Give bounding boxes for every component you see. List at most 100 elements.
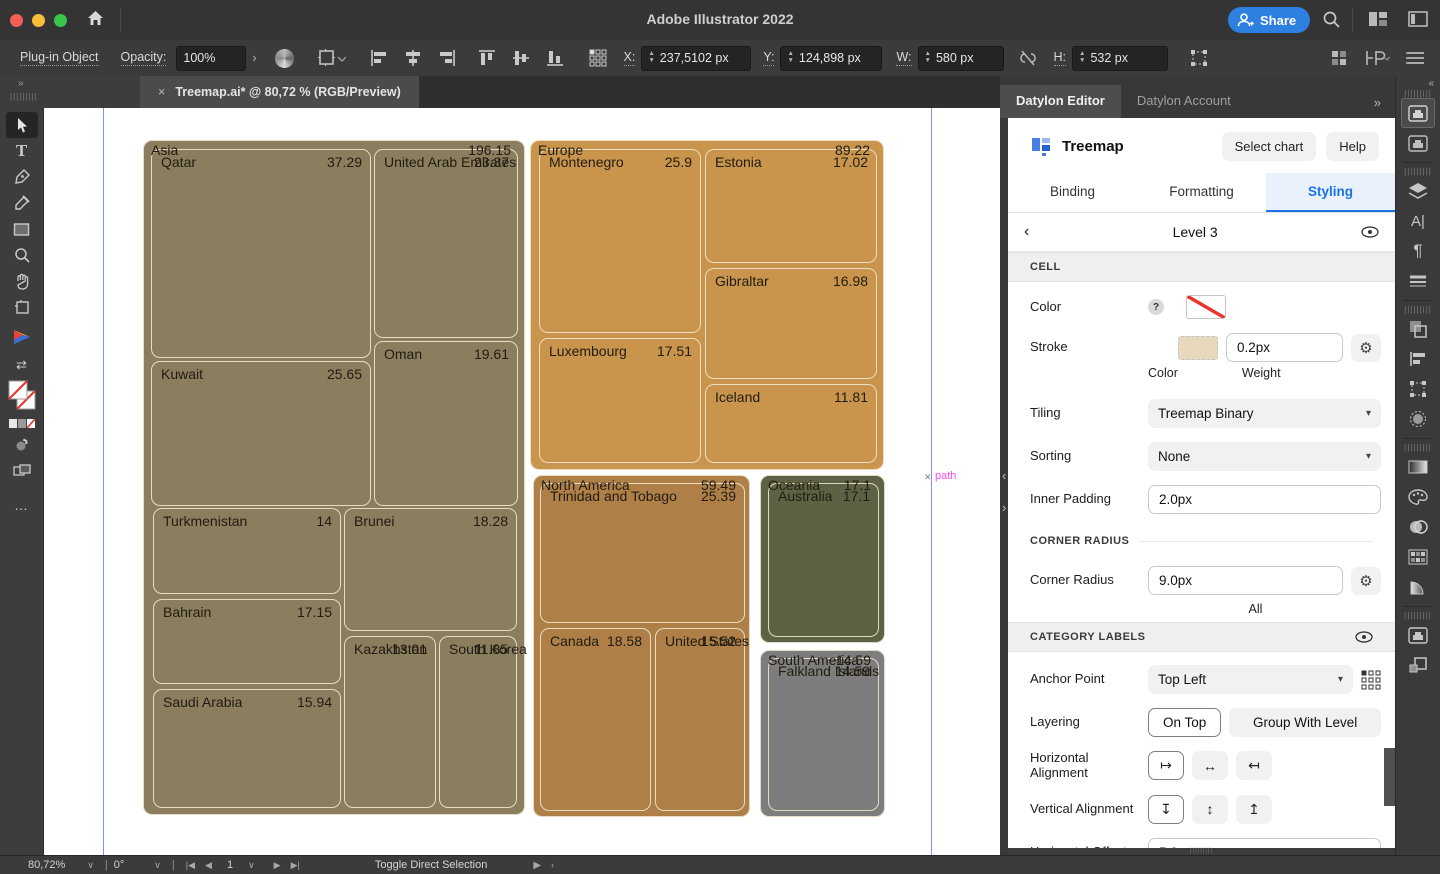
treemap-cell-trinidad-and-tobago[interactable]: Trinidad and Tobago 25.39 bbox=[540, 483, 745, 623]
anchor-point-select[interactable]: Top Left ▾ bbox=[1148, 665, 1353, 694]
align-center-horizontal-icon[interactable] bbox=[404, 49, 422, 67]
asset-export-panel-icon[interactable] bbox=[1401, 620, 1435, 650]
align-left-icon[interactable] bbox=[370, 49, 388, 67]
treemap-cell-south-korea[interactable]: South Korea 11.85 bbox=[439, 636, 527, 808]
rotation-dropdown-icon[interactable]: ∨ bbox=[154, 860, 161, 871]
select-chart-button[interactable]: Select chart bbox=[1221, 132, 1317, 161]
align-right-icon[interactable] bbox=[438, 49, 456, 67]
rail-collapse-icon[interactable]: « bbox=[1428, 78, 1434, 89]
align-panel-icon[interactable] bbox=[1401, 344, 1435, 374]
tab-styling[interactable]: Styling bbox=[1266, 173, 1395, 212]
stroke-settings-gear-icon[interactable]: ⚙ bbox=[1351, 333, 1381, 362]
rectangle-tool[interactable] bbox=[6, 216, 38, 242]
treemap-cell-iceland[interactable]: Iceland 11.81 bbox=[705, 384, 877, 463]
treemap-cell-falkland-islands[interactable]: Falkland Islands 14.59 bbox=[768, 658, 879, 811]
horizontal-offset-input[interactable]: 5.0px bbox=[1148, 837, 1381, 848]
share-button[interactable]: Share bbox=[1228, 7, 1311, 33]
treemap-cell-estonia[interactable]: Estonia 17.02 bbox=[705, 149, 877, 263]
color-mode-strip[interactable] bbox=[6, 416, 38, 432]
status-play-icon[interactable]: ▶ bbox=[533, 860, 541, 871]
treemap-cell-kazakhstan[interactable]: Kazakhstan 13.01 bbox=[344, 636, 436, 808]
opacity-field[interactable]: 100% bbox=[176, 45, 247, 71]
x-field[interactable]: ▲ ▼ 237,5102 px bbox=[641, 45, 752, 71]
tab-binding[interactable]: Binding bbox=[1008, 173, 1137, 212]
y-stepper[interactable]: ▲ ▼ bbox=[787, 50, 793, 65]
toolbar-collapse-icon[interactable]: » bbox=[18, 78, 24, 89]
swap-fill-stroke-icon[interactable]: ⇄ bbox=[6, 354, 38, 376]
more-tools-icon[interactable]: … bbox=[6, 492, 38, 518]
treemap-cell-oman[interactable]: Oman 19.61 bbox=[374, 341, 518, 506]
last-artboard-icon[interactable]: ▶| bbox=[291, 860, 300, 871]
canvas[interactable]: Asia 196.15 Qatar 37.29 United Arab Emira… bbox=[44, 108, 1000, 855]
transform-panel-icon[interactable] bbox=[1401, 374, 1435, 404]
help-button[interactable]: Help bbox=[1326, 132, 1379, 161]
link-dimensions-icon[interactable] bbox=[1018, 49, 1038, 67]
anchor-grid-icon[interactable] bbox=[1361, 670, 1381, 690]
stroke-color-swatch[interactable] bbox=[1178, 335, 1218, 360]
selection-tool[interactable] bbox=[5, 112, 38, 138]
smooth-options-icon[interactable] bbox=[1401, 404, 1435, 434]
status-collapse-icon[interactable]: ‹ bbox=[551, 860, 554, 870]
draw-mode-icon[interactable] bbox=[6, 458, 38, 484]
previous-artboard-icon[interactable]: ◀ bbox=[205, 860, 212, 871]
treemap-cell-kuwait[interactable]: Kuwait 25.65 bbox=[151, 361, 371, 506]
align-top-icon[interactable] bbox=[478, 49, 496, 67]
treemap-cell-qatar[interactable]: Qatar 37.29 bbox=[151, 149, 371, 358]
hand-tool[interactable] bbox=[6, 268, 38, 294]
guide-vertical-left[interactable] bbox=[103, 108, 104, 855]
h-align-center-icon[interactable]: ↔ bbox=[1192, 751, 1228, 781]
stroke-weight-input[interactable]: 0.2px bbox=[1226, 333, 1343, 362]
h-align-left-anchor-icon[interactable]: ↦ bbox=[1148, 751, 1184, 781]
next-artboard-icon[interactable]: ▶ bbox=[274, 860, 281, 871]
help-question-icon[interactable]: ? bbox=[1148, 299, 1164, 315]
panel-scrollbar-thumb[interactable] bbox=[1384, 748, 1395, 806]
treemap-group-asia[interactable]: Asia 196.15 Qatar 37.29 United Arab Emira… bbox=[143, 140, 527, 815]
document-setup-icon[interactable] bbox=[1330, 49, 1348, 67]
v-align-bottom-anchor-icon[interactable]: ↥ bbox=[1236, 794, 1272, 824]
tab-close-icon[interactable]: × bbox=[158, 85, 165, 99]
tiling-select[interactable]: Treemap Binary ▾ bbox=[1148, 399, 1381, 428]
type-tool[interactable]: T bbox=[6, 138, 38, 164]
treemap-group-oceania[interactable]: Oceania 17.1 Australia 17.1 bbox=[760, 475, 885, 643]
reference-point-grid-icon[interactable] bbox=[588, 48, 608, 68]
treemap-cell-australia[interactable]: Australia 17.1 bbox=[768, 483, 879, 637]
treemap-cell-united-states[interactable]: United States 15.52 bbox=[655, 628, 749, 811]
v-align-top-anchor-icon[interactable]: ↧ bbox=[1148, 794, 1184, 824]
gradient-panel-icon[interactable] bbox=[1401, 452, 1435, 482]
document-tab[interactable]: × Treemap.ai* @ 80,72 % (RGB/Preview) bbox=[140, 76, 419, 108]
artboard-tool[interactable] bbox=[6, 294, 38, 320]
snap-options-icon[interactable] bbox=[1364, 49, 1390, 67]
h-align-right-anchor-icon[interactable]: ↤ bbox=[1236, 751, 1272, 781]
search-icon[interactable] bbox=[1322, 10, 1341, 29]
treemap-cell-turkmenistan[interactable]: Turkmenistan 14 bbox=[153, 508, 341, 594]
treemap-group-north-america[interactable]: North America 59.49 Trinidad and Tobago 2… bbox=[533, 475, 750, 817]
zoom-level[interactable]: 80,72% bbox=[28, 859, 65, 871]
brushes-panel-icon[interactable] bbox=[1401, 572, 1435, 602]
eye-icon[interactable] bbox=[1355, 631, 1373, 643]
treemap-cell-canada[interactable]: Canada 18.58 bbox=[540, 628, 651, 811]
tab-datylon-editor[interactable]: Datylon Editor bbox=[1000, 85, 1121, 118]
treemap-cell-luxembourg[interactable]: Luxembourg 17.51 bbox=[539, 338, 701, 463]
treemap-cell-montenegro[interactable]: Montenegro 25.9 bbox=[539, 149, 701, 333]
pen-tool[interactable] bbox=[6, 164, 38, 190]
transform-bounding-icon[interactable] bbox=[1188, 47, 1210, 69]
v-align-middle-icon[interactable]: ↕ bbox=[1192, 794, 1228, 824]
opacity-label[interactable]: Opacity: bbox=[120, 50, 167, 66]
x-stepper[interactable]: ▲ ▼ bbox=[648, 50, 654, 65]
layering-group-with-level-button[interactable]: Group With Level bbox=[1229, 708, 1381, 737]
first-artboard-icon[interactable]: |◀ bbox=[186, 860, 195, 871]
zoom-tool[interactable] bbox=[6, 242, 38, 268]
workspace-layout-icon[interactable] bbox=[1368, 10, 1388, 28]
canvas-rotation[interactable]: 0° bbox=[114, 859, 125, 871]
color-guide-panel-icon[interactable] bbox=[1401, 512, 1435, 542]
tab-datylon-account[interactable]: Datylon Account bbox=[1121, 85, 1247, 118]
treemap-cell-gibraltar[interactable]: Gibraltar 16.98 bbox=[705, 268, 877, 379]
artboards-panel-icon[interactable] bbox=[1401, 650, 1435, 680]
stroke-panel-icon[interactable] bbox=[1401, 266, 1435, 296]
shape-builder-icon[interactable] bbox=[6, 432, 38, 458]
datylon-library-panel-icon[interactable] bbox=[1401, 128, 1435, 158]
menu-list-icon[interactable] bbox=[1406, 50, 1426, 66]
corner-radius-input[interactable]: 9.0px bbox=[1148, 566, 1343, 595]
datylon-tool[interactable] bbox=[6, 320, 38, 354]
artboard-number[interactable]: 1 bbox=[227, 859, 233, 871]
